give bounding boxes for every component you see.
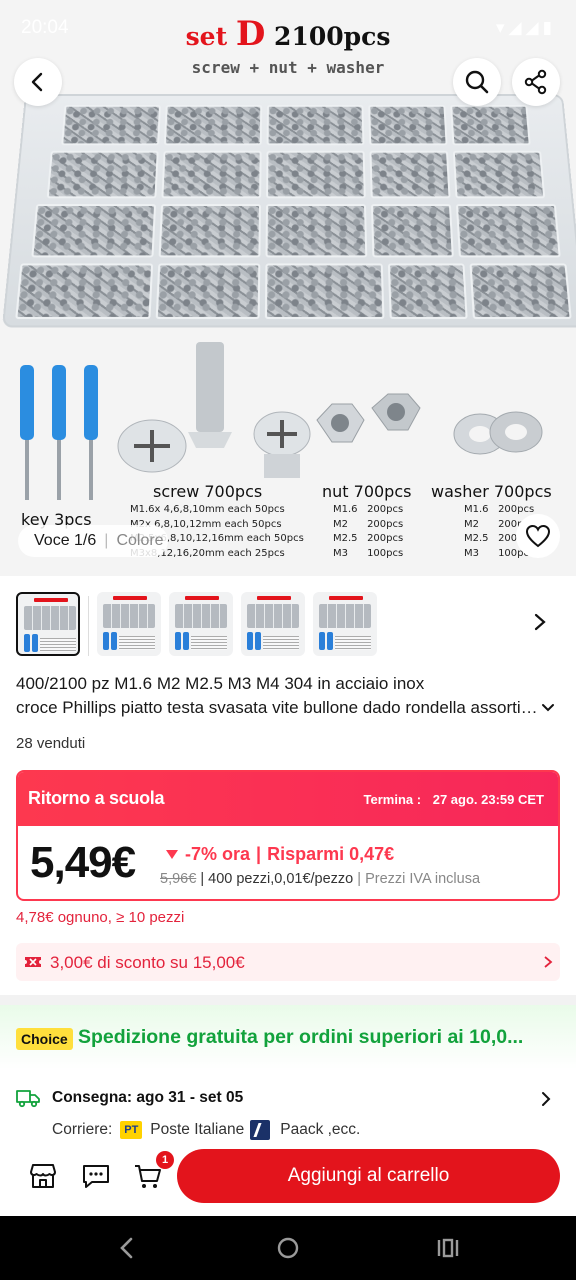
nut-specs: M1.6 200pcs M2 200pcs M2.5 200pcs M3 100… — [333, 504, 404, 559]
deal-end-value: 27 ago. 23:59 CET — [432, 792, 544, 807]
screws-image — [117, 342, 311, 478]
chat-icon[interactable] — [80, 1160, 112, 1192]
unit-price: 400 pezzi,0,01€/pezzo — [208, 871, 354, 887]
sold-count: 28 venduti — [16, 735, 86, 752]
expand-title-chevron-icon[interactable] — [540, 700, 556, 716]
product-title-line1: 400/2100 pz M1.6 M2 M2.5 M3 M4 304 in ac… — [16, 674, 425, 693]
old-price: 5,96€ — [160, 871, 197, 887]
delivery-chevron-icon[interactable] — [540, 1091, 552, 1107]
android-navigation-bar — [0, 1216, 576, 1280]
screw-label: screw 700pcs — [153, 482, 263, 501]
coupon-text: 3,00€ di sconto su 15,00€ — [50, 953, 245, 972]
section-divider — [0, 995, 576, 1005]
washer-label: washer 700pcs — [431, 482, 552, 501]
discount-info: -7% ora | Risparmi 0,47€ — [164, 844, 394, 865]
thumbnails-next-icon[interactable] — [532, 612, 548, 632]
delivery-label: Consegna: — [52, 1089, 133, 1106]
carriers-label: Corriere: — [52, 1121, 113, 1138]
delivery-dates: ago 31 - set 05 — [136, 1089, 244, 1106]
thumbnail-3[interactable] — [169, 592, 233, 656]
deal-header: Ritorno a scuola Termina : 27 ago. 23:59… — [18, 772, 558, 826]
nut-label: nut 700pcs — [322, 482, 412, 501]
back-arrow-icon — [31, 72, 43, 92]
variant-color-label: Colore — [116, 532, 164, 549]
deal-name: Ritorno a scuola — [28, 788, 165, 808]
poste-italiane-logo: PT — [120, 1121, 143, 1139]
share-button[interactable] — [512, 58, 560, 106]
choice-shipping-text: Spedizione gratuita per ordini superiori… — [78, 1026, 524, 1048]
nuts-image — [316, 393, 421, 443]
carrier-paack: Paack ,ecc. — [280, 1121, 361, 1138]
screwdrivers-image — [20, 365, 98, 500]
nav-back-icon[interactable] — [117, 1236, 137, 1260]
promo-set-word: set — [185, 22, 228, 51]
thumbnail-4[interactable] — [241, 592, 305, 656]
product-title[interactable]: 400/2100 pz M1.6 M2 M2.5 M3 M4 304 in ac… — [16, 672, 556, 720]
current-price: 5,49€ — [30, 838, 136, 887]
thumbnail-2[interactable] — [97, 592, 161, 656]
organizer-box-image — [1, 94, 576, 328]
coupon-banner[interactable]: 3,00€ di sconto su 15,00€ — [16, 943, 560, 981]
nav-recents-icon[interactable] — [436, 1237, 460, 1259]
promo-set-letter: D — [235, 14, 266, 54]
thumbnail-5[interactable] — [313, 592, 377, 656]
add-to-cart-button[interactable]: Aggiungi al carrello — [177, 1149, 560, 1203]
coupon-icon — [25, 957, 41, 967]
down-arrow-icon — [166, 850, 178, 859]
price-details: 5,96€ | 400 pezzi,0,01€/pezzo | Prezzi I… — [160, 871, 481, 887]
delivery-row[interactable]: Consegna: ago 31 - set 05 — [52, 1089, 243, 1107]
coupon-chevron-icon — [544, 956, 553, 968]
promo-pcs: 2100pcs — [274, 22, 391, 51]
thumbnail-strip — [0, 588, 576, 660]
paack-logo — [250, 1120, 271, 1140]
cart-count-badge: 1 — [156, 1151, 174, 1169]
bulk-price: 4,78€ ognuno, ≥ 10 pezzi — [16, 909, 185, 926]
search-icon — [465, 70, 489, 94]
truck-icon — [16, 1090, 40, 1108]
variant-counter: Voce 1/6 — [34, 532, 97, 549]
savings: Risparmi 0,47€ — [267, 844, 395, 864]
search-button[interactable] — [453, 58, 501, 106]
product-image-gallery[interactable]: 20:04 ▾◢◢▮ set D 2100pcs screw + nut + w… — [0, 0, 576, 576]
variant-indicator[interactable]: Voce 1/6 | Colore — [18, 525, 168, 557]
carriers-row: Corriere: PT Poste Italiane Paack ,ecc. — [52, 1120, 360, 1140]
store-icon[interactable] — [27, 1160, 59, 1192]
thumbnail-1[interactable] — [16, 592, 80, 656]
share-icon — [524, 69, 547, 95]
carrier-poste-italiane: Poste Italiane — [150, 1121, 245, 1138]
heart-icon — [525, 524, 551, 548]
vat-note: Prezzi IVA inclusa — [365, 871, 481, 887]
promo-title: set D 2100pcs — [0, 14, 576, 54]
variant-separator: | — [104, 532, 109, 549]
back-button[interactable] — [14, 58, 62, 106]
discount-percent: -7% ora — [185, 844, 251, 864]
washers-image — [453, 411, 543, 455]
product-title-line2: croce Phillips piatto testa svasata vite… — [16, 698, 544, 717]
nav-home-icon[interactable] — [276, 1236, 300, 1260]
wishlist-button[interactable] — [516, 514, 560, 558]
thumbnail-divider — [88, 596, 89, 656]
deal-end-label: Termina : — [363, 792, 422, 807]
deal-end-time: Termina : 27 ago. 23:59 CET — [364, 792, 544, 807]
choice-badge: Choice — [16, 1028, 73, 1050]
deal-card: Ritorno a scuola Termina : 27 ago. 23:59… — [16, 770, 560, 901]
